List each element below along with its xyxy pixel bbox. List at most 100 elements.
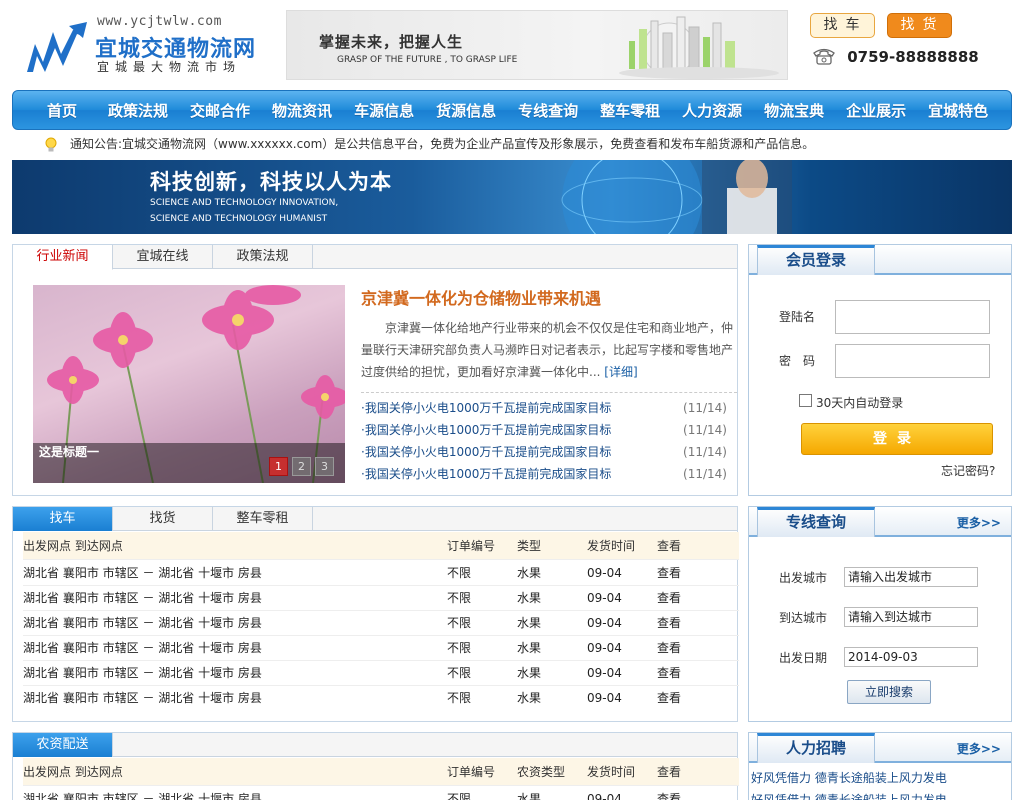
list-item[interactable]: ·我国关停小火电1000万千瓦提前完成国家目标 (11/14) [361,397,737,419]
list-item[interactable]: 好风凭借力 德青长途船装上风力发电 [751,767,947,789]
remember-checkbox[interactable] [799,394,812,407]
news-item-title[interactable]: ·我国关停小火电1000万千瓦提前完成国家目标 [361,423,611,437]
table-header: 出发网点 到达网点 订单编号 类型 发货时间 查看 [23,532,739,560]
col-order-no: 订单编号 [447,539,496,553]
table-row[interactable]: 湖北省 襄阳市 市辖区 － 湖北省 十堰市 房县 不限 水果 09-04 查看 [23,611,739,636]
nav-item-route-query[interactable]: 专线查询 [507,100,589,121]
recruit-more-link[interactable]: 更多>> [957,740,1001,757]
cell-type: 水果 [517,616,542,630]
news-item-title[interactable]: ·我国关停小火电1000万千瓦提前完成国家目标 [361,467,611,481]
tab-yicheng-online[interactable]: 宜城在线 [113,245,213,269]
slide-pager-2[interactable]: 2 [292,457,311,476]
view-link[interactable]: 查看 [657,611,681,636]
cell-type: 水果 [517,691,542,705]
table-row[interactable]: 湖北省 襄阳市 市辖区 － 湖北省 十堰市 房县 不限 水果 09-04 查看 [23,636,739,661]
view-link[interactable]: 查看 [657,787,681,800]
view-link[interactable]: 查看 [657,661,681,686]
cell-order-no: 不限 [447,666,472,680]
slide-pager-1[interactable]: 1 [269,457,288,476]
slide-pager-3[interactable]: 3 [315,457,334,476]
nav-item-yicheng[interactable]: 宜城特色 [917,100,999,121]
nav-item-rental[interactable]: 整车零租 [589,100,671,121]
globe-graphic [561,160,792,234]
col-route: 出发网点 到达网点 [23,765,123,779]
banner-title-en-2: SCIENCE AND TECHNOLOGY HUMANIST [150,214,328,224]
list-item[interactable]: ·我国关停小火电1000万千瓦提前完成国家目标 (11/14) [361,441,737,463]
cell-order-no: 不限 [447,691,472,705]
nav-item-vehicles[interactable]: 车源信息 [343,100,425,121]
view-link[interactable]: 查看 [657,636,681,661]
username-input[interactable] [835,300,990,334]
table-row[interactable]: 湖北省 襄阳市 市辖区 － 湖北省 十堰市 房县 不限 水果 09-04 查看 [23,586,739,611]
nav-item-guide[interactable]: 物流宝典 [753,100,835,121]
to-city-input[interactable]: 请输入到达城市 [844,607,978,627]
cell-ship-time: 09-04 [587,641,622,655]
recruit-header: 人力招聘 更多>> [749,733,1011,763]
table-row[interactable]: 湖北省 襄阳市 市辖区 － 湖北省 十堰市 房县 不限 水果 09-04 查看 [23,686,739,711]
view-link[interactable]: 查看 [657,586,681,611]
cell-ship-time: 09-04 [587,666,622,680]
cell-order-no: 不限 [447,792,472,800]
from-city-input[interactable]: 请输入出发城市 [844,567,978,587]
forgot-password-link[interactable]: 忘记密码? [941,462,995,479]
view-link[interactable]: 查看 [657,686,681,711]
news-item-title[interactable]: ·我国关停小火电1000万千瓦提前完成国家目标 [361,401,611,415]
table-row[interactable]: 湖北省 襄阳市 市辖区 － 湖北省 十堰市 房县 不限 水果 09-04 查看 [23,787,739,800]
recruit-list: 好风凭借力 德青长途船装上风力发电 好风凭借力 德青长途船装上风力发电 [751,767,947,800]
table-row[interactable]: 湖北省 襄阳市 市辖区 － 湖北省 十堰市 房县 不限 水果 09-04 查看 [23,661,739,686]
cell-order-no: 不限 [447,591,472,605]
to-city-label: 到达城市 [779,611,828,625]
search-button[interactable]: 立即搜索 [847,680,931,704]
find-car-button[interactable]: 找车 [810,13,875,38]
login-button[interactable]: 登录 [801,423,993,455]
col-order-no: 订单编号 [447,765,496,779]
nav-item-logistics-news[interactable]: 物流资讯 [261,100,343,121]
news-slideshow-image[interactable]: 这是标题一 1 2 3 [33,285,345,483]
hero-banner[interactable]: 科技创新，科技以人为本 SCIENCE AND TECHNOLOGY INNOV… [12,160,1012,234]
tab-agri-delivery[interactable]: 农资配送 [13,733,113,757]
username-label: 登陆名 [779,310,816,324]
nav-item-hr[interactable]: 人力资源 [671,100,753,121]
view-link[interactable]: 查看 [657,561,681,586]
login-header: 会员登录 [749,245,1011,275]
from-city-label: 出发城市 [779,571,828,585]
nav-item-policy[interactable]: 政策法规 [97,100,179,121]
news-summary-text: 京津冀一体化给地产行业带来的机会不仅仅是住宅和商业地产，仲量联行天津研究部负责人… [361,321,734,379]
vehicles-panel: 找车 找货 整车零租 出发网点 到达网点 订单编号 类型 发货时间 查看 湖北省… [12,506,739,722]
phone-number: 0759-88888888 [812,47,979,66]
nav-item-companies[interactable]: 企业展示 [835,100,917,121]
tab-policy[interactable]: 政策法规 [213,245,313,269]
cell-route: 湖北省 襄阳市 市辖区 － 湖北省 十堰市 房县 [23,641,262,655]
tab-industry-news[interactable]: 行业新闻 [13,245,113,270]
tab-find-goods[interactable]: 找货 [113,507,213,531]
list-item[interactable]: 好风凭借力 德青长途船装上风力发电 [751,789,947,800]
news-headline[interactable]: 京津冀一体化为仓储物业带来机遇 [361,285,601,309]
nav-item-goods[interactable]: 货源信息 [425,100,507,121]
city-globe-graphic [619,16,779,79]
cell-order-no: 不限 [447,641,472,655]
site-logo[interactable]: www.ycjtwlw.com 宜城交通物流网 宜城最大物流市场 [25,14,275,76]
news-more-link[interactable]: [详细] [604,365,637,379]
password-input[interactable] [835,344,990,378]
cell-order-no: 不限 [447,566,472,580]
route-query-title: 专线查询 [757,507,875,537]
tab-find-car[interactable]: 找车 [13,507,113,531]
nav-item-home[interactable]: 首页 [27,100,97,121]
find-goods-button[interactable]: 找货 [887,13,952,38]
tab-rental[interactable]: 整车零租 [213,507,313,531]
news-item-title[interactable]: ·我国关停小火电1000万千瓦提前完成国家目标 [361,445,611,459]
list-item[interactable]: ·我国关停小火电1000万千瓦提前完成国家目标 (11/14) [361,419,737,441]
route-query-more-link[interactable]: 更多>> [957,514,1001,531]
recruit-box: 人力招聘 更多>> 好风凭借力 德青长途船装上风力发电 好风凭借力 德青长途船装… [748,732,1012,800]
site-url: www.ycjtwlw.com [97,14,222,29]
cell-route: 湖北省 襄阳市 市辖区 － 湖北省 十堰市 房县 [23,591,262,605]
lightbulb-icon [45,137,57,152]
cell-ship-time: 09-04 [587,792,622,800]
date-input[interactable]: 2014-09-03 [844,647,978,667]
header-ad-banner[interactable]: 掌握未来，把握人生 GRASP OF THE FUTURE , TO GRASP… [286,10,788,80]
site-tagline: 宜城最大物流市场 [97,60,242,74]
nav-item-cooperation[interactable]: 交邮合作 [179,100,261,121]
cell-route: 湖北省 襄阳市 市辖区 － 湖北省 十堰市 房县 [23,666,262,680]
list-item[interactable]: ·我国关停小火电1000万千瓦提前完成国家目标 (11/14) [361,463,737,485]
table-row[interactable]: 湖北省 襄阳市 市辖区 － 湖北省 十堰市 房县 不限 水果 09-04 查看 [23,561,739,586]
